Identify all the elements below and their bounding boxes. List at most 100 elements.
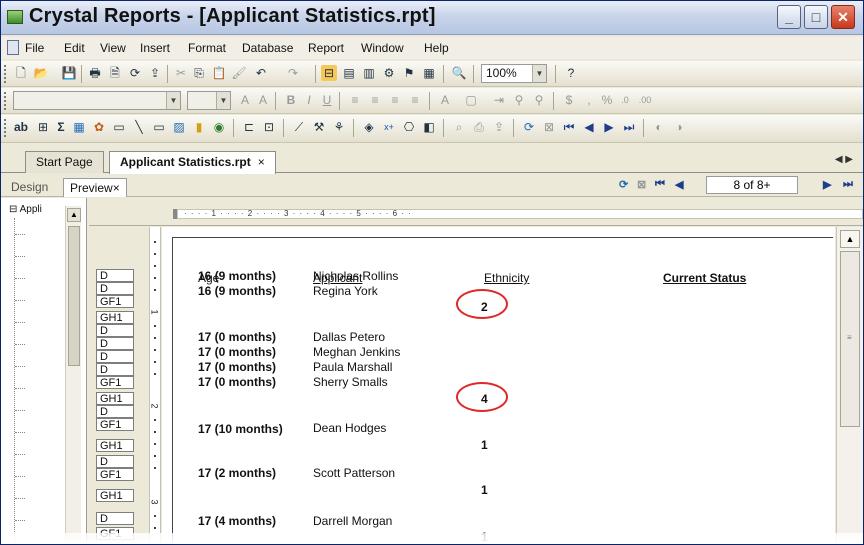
scroll-thumb[interactable]: ≡ [840, 251, 860, 427]
hyperlink-icon[interactable]: ⎔ [401, 119, 417, 135]
maximize-button[interactable]: □ [804, 5, 828, 29]
previous-page-icon[interactable]: ◀ [675, 178, 683, 191]
percent-icon[interactable]: % [599, 92, 615, 108]
toolbar-grip[interactable] [4, 119, 7, 137]
insert-box-icon[interactable]: ▭ [151, 119, 167, 135]
lock-size-icon[interactable]: ⚲ [531, 92, 547, 108]
workshop-icon[interactable]: ▦ [421, 65, 437, 81]
new-icon[interactable]: 🗋 [13, 65, 29, 81]
scroll-up-icon[interactable]: ▲ [67, 208, 81, 222]
stop-icon[interactable]: ⊠ [637, 178, 646, 191]
zoom-select[interactable]: 100% ▼ [481, 64, 547, 83]
menu-view[interactable]: View [100, 41, 126, 55]
section-expert-icon[interactable]: ⊏ [241, 119, 257, 135]
align-center-icon[interactable]: ≡ [367, 92, 383, 108]
tree-scrollbar[interactable]: ▲ [65, 206, 81, 544]
justify-icon[interactable]: ≡ [407, 92, 423, 108]
menu-insert[interactable]: Insert [140, 41, 170, 55]
font-name-select[interactable]: ▼ [13, 91, 181, 110]
formula-icon[interactable]: x+ [381, 119, 397, 135]
increase-font-icon[interactable]: A [237, 92, 253, 108]
lock-format-icon[interactable]: ⚲ [511, 92, 527, 108]
last-page-icon[interactable]: ⏭ [843, 178, 853, 191]
refresh-data-icon[interactable]: ⟳ [127, 65, 143, 81]
print-report-icon[interactable]: ⎙ [471, 119, 487, 135]
database-expert-icon[interactable]: ◧ [421, 119, 437, 135]
suppress-icon[interactable]: ⇥ [491, 92, 507, 108]
paste-icon[interactable]: 📋 [211, 65, 227, 81]
format-painter-icon[interactable]: 🖌 [231, 65, 247, 81]
page-indicator[interactable]: 8 of 8+ [706, 176, 798, 194]
close-tab-icon[interactable]: × [258, 155, 265, 169]
tab-preview[interactable]: Preview× [63, 178, 127, 197]
field-explorer-icon[interactable]: ⊟ [321, 65, 337, 81]
menu-help[interactable]: Help [424, 41, 449, 55]
find-icon[interactable]: 🔍 [451, 65, 467, 81]
open-icon[interactable]: 📂 [33, 65, 49, 81]
tab-start-page[interactable]: Start Page [25, 151, 104, 173]
select-expert-icon[interactable]: ⟋ [291, 119, 307, 135]
scroll-up-icon[interactable]: ▲ [840, 230, 860, 248]
insert-line-icon[interactable]: ╲ [131, 119, 147, 135]
decrease-font-icon[interactable]: A [255, 92, 271, 108]
bold-icon[interactable]: B [283, 92, 299, 108]
toolbar-grip[interactable] [4, 92, 7, 110]
menu-database[interactable]: Database [242, 41, 293, 55]
insert-chart-icon[interactable]: ▮ [191, 119, 207, 135]
thousands-icon[interactable]: , [581, 92, 597, 108]
forward-icon[interactable]: ◑ [671, 119, 687, 135]
group-expert-icon[interactable]: ⊡ [261, 119, 277, 135]
report-explorer-icon[interactable]: ▤ [341, 65, 357, 81]
refresh-icon[interactable]: ⟳ [521, 119, 537, 135]
currency-icon[interactable]: $ [561, 92, 577, 108]
minimize-button[interactable]: _ [777, 5, 801, 29]
redo-icon[interactable]: ↷ [285, 65, 301, 81]
export-icon[interactable]: ⇪ [147, 65, 163, 81]
menu-window[interactable]: Window [361, 41, 404, 55]
help-icon[interactable]: ? [563, 65, 579, 81]
refresh-icon[interactable]: ⟳ [619, 178, 628, 191]
borders-icon[interactable]: ▢ [463, 92, 479, 108]
print-icon[interactable]: 🖶 [87, 65, 103, 81]
decrease-decimals-icon[interactable]: .00 [637, 92, 653, 108]
chevron-down-icon[interactable]: ▼ [532, 65, 546, 82]
close-preview-icon[interactable]: × [113, 181, 120, 195]
insert-crosstab-icon[interactable]: ▦ [71, 119, 87, 135]
insert-group-icon[interactable]: ⊞ [35, 119, 51, 135]
font-size-select[interactable]: ▼ [187, 91, 231, 110]
next-page-icon[interactable]: ▶ [601, 119, 617, 135]
chevron-down-icon[interactable]: ▼ [166, 92, 180, 109]
underline-icon[interactable]: U [319, 92, 335, 108]
tab-scroll-arrows-icon[interactable]: ◀ ▶ [835, 154, 853, 165]
next-page-icon[interactable]: ▶ [823, 178, 831, 191]
menu-format[interactable]: Format [188, 41, 226, 55]
first-page-icon[interactable]: ⏮ [655, 178, 665, 191]
formula-workshop-icon[interactable]: ⚒ [311, 119, 327, 135]
first-page-icon[interactable]: ⏮ [561, 119, 577, 135]
insert-text-object-icon[interactable]: ab [13, 119, 29, 135]
insert-subreport-icon[interactable]: ▭ [111, 119, 127, 135]
insert-map-icon[interactable]: ◉ [211, 119, 227, 135]
font-color-icon[interactable]: A [437, 92, 453, 108]
report-scrollbar[interactable]: ▲ ≡ [836, 227, 863, 544]
italic-icon[interactable]: I [301, 92, 317, 108]
export-report-icon[interactable]: ⇪ [491, 119, 507, 135]
dependency-checker-icon[interactable]: ⚙ [381, 65, 397, 81]
scroll-thumb[interactable] [68, 226, 80, 366]
workbench-icon[interactable]: ⚑ [401, 65, 417, 81]
tree-root[interactable]: ⊟ Appli [9, 204, 42, 215]
save-icon[interactable]: 💾 [61, 65, 77, 81]
toolbar-grip[interactable] [4, 65, 7, 83]
tab-applicant-statistics[interactable]: Applicant Statistics.rpt × [109, 151, 276, 174]
close-button[interactable]: ✕ [831, 5, 855, 29]
highlighting-expert-icon[interactable]: ◈ [361, 119, 377, 135]
find-in-report-icon[interactable]: ⌕ [451, 119, 467, 135]
menu-edit[interactable]: Edit [64, 41, 85, 55]
copy-icon[interactable]: ⎘ [191, 65, 207, 81]
cut-icon[interactable]: ✂ [173, 65, 189, 81]
align-right-icon[interactable]: ≡ [387, 92, 403, 108]
menu-file[interactable]: File [25, 41, 44, 55]
menu-report[interactable]: Report [308, 41, 344, 55]
insert-olap-icon[interactable]: ✿ [91, 119, 107, 135]
print-preview-icon[interactable]: 🗎 [107, 65, 123, 81]
